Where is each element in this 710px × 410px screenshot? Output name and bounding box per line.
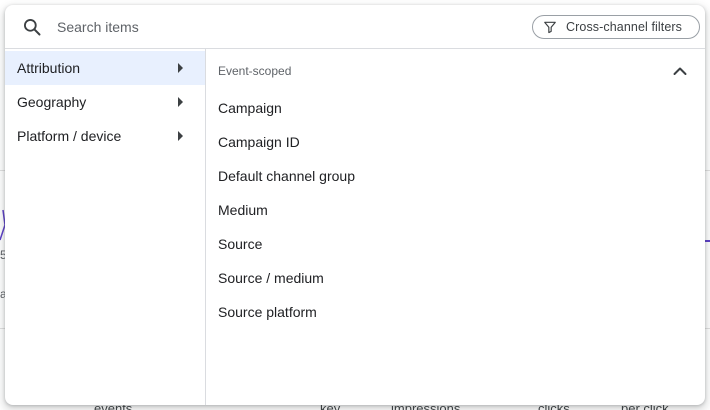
category-item-geography[interactable]: Geography [5, 85, 205, 119]
chevron-right-icon [178, 63, 183, 73]
category-item-label: Platform / device [17, 128, 122, 144]
dimension-item-campaign-id[interactable]: Campaign ID [218, 128, 678, 156]
dimension-item-default-channel-group[interactable]: Default channel group [218, 162, 678, 190]
dimension-picker-popup: Cross-channel filters Attribution Geogra… [5, 5, 705, 405]
search-icon[interactable] [22, 17, 42, 37]
dimension-item-source-medium[interactable]: Source / medium [218, 264, 678, 292]
dimension-list: Event-scoped Campaign Campaign ID Defaul… [206, 49, 705, 405]
dimension-item-medium[interactable]: Medium [218, 196, 678, 224]
chevron-up-icon[interactable] [672, 63, 688, 79]
cross-channel-filters-button[interactable]: Cross-channel filters [532, 15, 700, 39]
section-header-event-scoped: Event-scoped [218, 64, 292, 78]
category-list: Attribution Geography Platform / device [5, 49, 206, 405]
filter-icon [543, 20, 557, 34]
chevron-right-icon [178, 97, 183, 107]
chevron-right-icon [178, 131, 183, 141]
dimension-item-campaign[interactable]: Campaign [218, 94, 678, 122]
dimension-item-source-platform[interactable]: Source platform [218, 298, 678, 326]
search-bar: Cross-channel filters [5, 5, 705, 49]
cross-channel-filters-label: Cross-channel filters [566, 20, 683, 34]
search-input[interactable] [57, 15, 477, 39]
category-item-attribution[interactable]: Attribution [5, 51, 205, 85]
category-item-label: Attribution [17, 60, 81, 76]
category-item-label: Geography [17, 94, 87, 110]
category-item-platform-device[interactable]: Platform / device [5, 119, 205, 153]
dimension-item-source[interactable]: Source [218, 230, 678, 258]
